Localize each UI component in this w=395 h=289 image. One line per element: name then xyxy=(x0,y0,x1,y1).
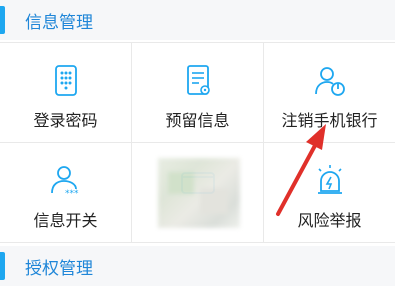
blurred-region xyxy=(158,158,240,228)
grid-item-label: 风险举报 xyxy=(297,211,362,230)
section-header-info-management: 信息管理 xyxy=(0,0,395,40)
grid-item-label: 信息开关 xyxy=(33,211,98,230)
grid-item-info-switch[interactable]: *** 信息开关 xyxy=(0,143,132,243)
grid-item-reserved-info[interactable]: 预留信息 xyxy=(132,43,264,143)
section-title: 信息管理 xyxy=(25,12,93,33)
alarm-light-icon xyxy=(317,165,342,194)
section-title: 授权管理 xyxy=(25,258,93,279)
svg-text:***: *** xyxy=(65,189,79,199)
grid-item-deregister-mobile-banking[interactable]: 注销手机银行 xyxy=(264,43,395,143)
grid-item-risk-report[interactable]: 风险举报 xyxy=(264,143,395,243)
document-icon xyxy=(186,65,210,95)
section-header-authorization-management: 授权管理 xyxy=(0,246,395,286)
grid-item-label: 预留信息 xyxy=(165,111,230,130)
keypad-icon xyxy=(54,65,77,96)
grid-item-login-password[interactable]: 登录密码 xyxy=(0,43,132,143)
user-password-icon: *** xyxy=(50,166,79,199)
user-power-icon xyxy=(314,67,345,96)
section-accent-bar xyxy=(0,6,5,34)
grid-item-label: 登录密码 xyxy=(33,111,98,130)
section-accent-bar xyxy=(0,252,5,280)
grid-item-label: 注销手机银行 xyxy=(281,111,378,130)
